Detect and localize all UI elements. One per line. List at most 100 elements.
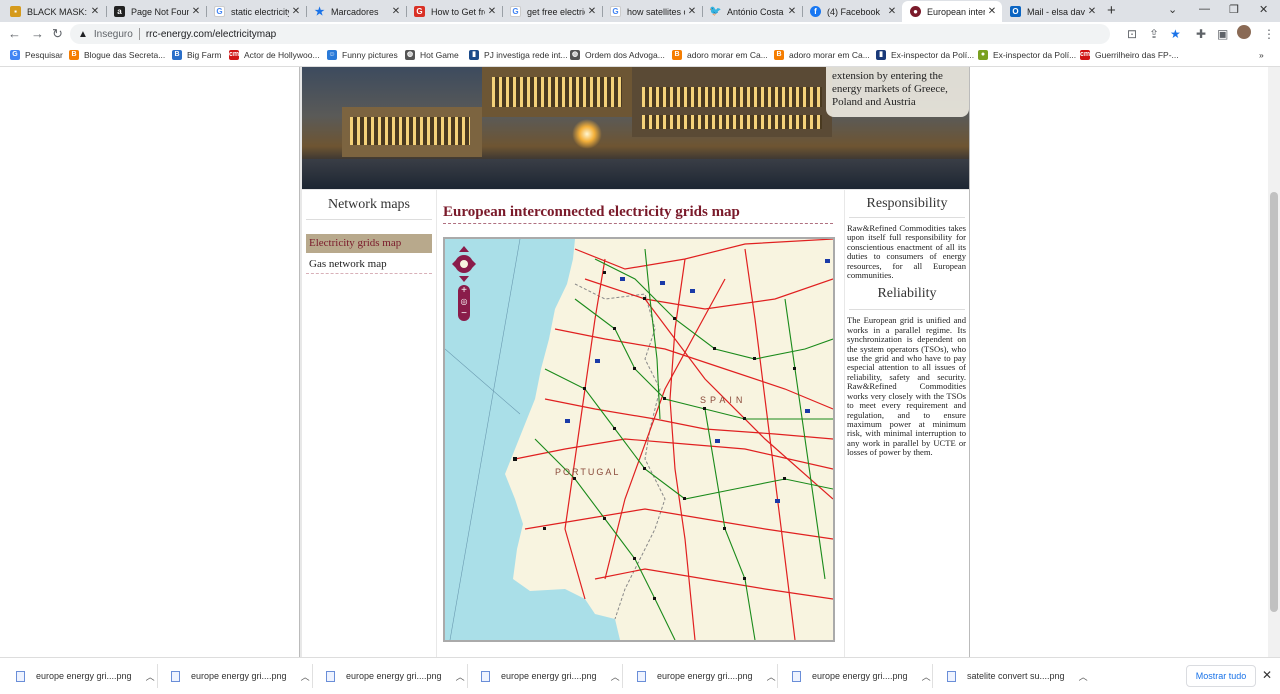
bookmark-item[interactable]: cm Actor de Hollywoo... [229, 50, 320, 60]
download-item-1[interactable]: europe energy gri....png ︿ [171, 658, 310, 694]
close-icon[interactable]: ✕ [485, 6, 499, 17]
bookmark-label: Actor de Hollywoo... [244, 50, 320, 60]
bookmark-item[interactable]: ● Ex-inspector da Polí... [978, 50, 1076, 60]
tab-2[interactable]: Gstatic electricity ✕ [206, 1, 306, 22]
tab-7[interactable]: 🐦 António Costa n ✕ [702, 1, 802, 22]
close-icon[interactable]: ✕ [389, 6, 403, 17]
nav-electricity-grids-map[interactable]: Electricity grids map [306, 234, 432, 253]
chevron-up-icon[interactable]: ︿ [456, 670, 465, 683]
share-icon[interactable]: ⇪ [1149, 27, 1159, 41]
reliability-text: The European grid is unified and works i… [847, 315, 966, 458]
zoom-control[interactable]: + ◎ − [458, 285, 470, 321]
close-icon[interactable]: ✕ [88, 6, 102, 17]
google-icon: G [610, 6, 621, 17]
tab-10[interactable]: O Mail - elsa davi ✕ [1002, 1, 1102, 22]
close-icon[interactable]: ✕ [985, 6, 999, 17]
bookmark-label: adoro morar em Ca... [789, 50, 870, 60]
download-item-0[interactable]: europe energy gri....png ︿ [16, 658, 155, 694]
close-icon[interactable]: ✕ [1085, 6, 1099, 17]
bookmark-item[interactable]: Badoro morar em Ca... [774, 50, 870, 60]
close-window-button[interactable]: ✕ [1259, 3, 1268, 16]
bookmark-star-icon[interactable]: ★ [1170, 27, 1181, 41]
chevron-up-icon[interactable]: ︿ [146, 670, 155, 683]
close-downloads-icon[interactable]: ✕ [1262, 668, 1272, 682]
news-icon: ▮ [469, 50, 479, 60]
new-tab-button[interactable]: + [1107, 2, 1116, 19]
left-sidebar: Network maps Electricity grids map Gas n… [302, 190, 436, 657]
close-icon[interactable]: ✕ [685, 6, 699, 17]
close-icon[interactable]: ✕ [189, 6, 203, 17]
bookmark-item[interactable]: Badoro morar em Ca... [672, 50, 768, 60]
cm-icon: cm [1080, 50, 1091, 60]
tab-6[interactable]: Ghow satellites co✕ [602, 1, 702, 22]
translate-icon[interactable]: ⊡ [1127, 27, 1137, 41]
world-icon[interactable]: ◎ [458, 296, 470, 308]
tab-title: (4) Facebook [827, 6, 881, 17]
bookmark-label: Pesquisar [25, 50, 63, 60]
download-item-2[interactable]: europe energy gri....png ︿ [326, 658, 465, 694]
film-icon: ▪ [10, 6, 21, 17]
tab-title: How to Get free [431, 6, 485, 17]
menu-icon[interactable]: ⋮ [1263, 27, 1275, 41]
reload-button[interactable]: ↻ [52, 26, 63, 42]
close-icon[interactable]: ✕ [289, 6, 303, 17]
bookmark-item[interactable]: ☺ Funny pictures [327, 50, 398, 60]
page-scrollbar[interactable] [1268, 67, 1280, 657]
side-panel-icon[interactable]: ▣ [1217, 27, 1228, 41]
tab-4[interactable]: G How to Get free✕ [406, 1, 502, 22]
back-button[interactable]: ← [8, 26, 21, 41]
profile-avatar[interactable] [1237, 25, 1251, 39]
downloads-bar: europe energy gri....png ︿ europe energy … [0, 657, 1280, 693]
download-item-3[interactable]: europe energy gri....png ︿ [481, 658, 620, 694]
tab-9-active[interactable]: ● European interc ✕ [902, 1, 1002, 22]
restore-button[interactable]: ❐ [1229, 3, 1239, 16]
download-item-6[interactable]: satelite convert su....png ︿ [947, 658, 1088, 694]
zoom-in-icon[interactable]: + [458, 285, 470, 296]
chevron-up-icon[interactable]: ︿ [922, 670, 931, 683]
twitter-icon: 🐦 [709, 6, 722, 17]
tab-5[interactable]: Gget free electric ✕ [502, 1, 602, 22]
tab-0[interactable]: ▪ BLACK MASK: Su✕ [2, 1, 105, 22]
close-icon[interactable]: ✕ [785, 6, 799, 17]
download-item-5[interactable]: europe energy gri....png ︿ [792, 658, 931, 694]
zoom-out-icon[interactable]: − [458, 308, 470, 319]
bookmark-item[interactable]: ▮ Ex-inspector da Polí... [876, 50, 974, 60]
download-filename: europe energy gri....png [191, 671, 287, 681]
tab-title: Page Not Found [131, 6, 189, 17]
show-all-downloads-button[interactable]: Mostrar tudo [1186, 665, 1256, 687]
bookmark-item[interactable]: B Big Farm [172, 50, 221, 60]
close-icon[interactable]: ✕ [585, 6, 599, 17]
google-icon: G [10, 50, 20, 60]
bookmark-item[interactable]: cm Guerrilheiro das FP-... [1080, 50, 1179, 60]
tab-1[interactable]: a Page Not Found✕ [106, 1, 206, 22]
extensions-icon[interactable]: ✚ [1196, 27, 1206, 41]
download-filename: europe energy gri....png [657, 671, 753, 681]
frog-icon: ● [978, 50, 988, 60]
more-bookmarks-icon[interactable]: » [1259, 50, 1264, 60]
tab-8[interactable]: f (4) Facebook ✕ [802, 1, 902, 22]
chevron-up-icon[interactable]: ︿ [1079, 670, 1088, 683]
download-item-4[interactable]: europe energy gri....png ︿ [637, 658, 776, 694]
bookmark-item[interactable]: ◍ Hot Game [405, 50, 459, 60]
tab-3[interactable]: ★ Marcadores ✕ [306, 1, 406, 22]
bookmark-label: Guerrilheiro das FP-... [1095, 50, 1179, 60]
pan-control[interactable] [452, 246, 476, 282]
tab-search-icon[interactable]: ⌄ [1168, 3, 1177, 16]
tab-title: BLACK MASK: Su [27, 6, 88, 17]
close-icon[interactable]: ✕ [885, 6, 899, 17]
bookmark-item[interactable]: G Pesquisar [10, 50, 63, 60]
bookmark-item[interactable]: B Blogue das Secreta... [69, 50, 165, 60]
minimize-button[interactable]: — [1199, 3, 1210, 15]
chevron-up-icon[interactable]: ︿ [767, 670, 776, 683]
warning-icon: ▲ [78, 28, 88, 40]
nav-gas-network-map[interactable]: Gas network map [306, 255, 432, 274]
blogger-icon: B [774, 50, 784, 60]
bookmark-item[interactable]: ◍ Ordem dos Advoga... [570, 50, 665, 60]
address-bar[interactable]: ▲ Inseguro rrc-energy.com/electricitymap [70, 24, 1110, 44]
bookmark-item[interactable]: ▮ PJ investiga rede int... [469, 50, 568, 60]
chevron-up-icon[interactable]: ︿ [611, 670, 620, 683]
forward-button[interactable]: → [31, 26, 44, 41]
scrollbar-thumb[interactable] [1270, 192, 1278, 612]
electricity-grid-map[interactable]: PORTUGAL SPAIN + ◎ − [443, 237, 835, 642]
chevron-up-icon[interactable]: ︿ [301, 670, 310, 683]
